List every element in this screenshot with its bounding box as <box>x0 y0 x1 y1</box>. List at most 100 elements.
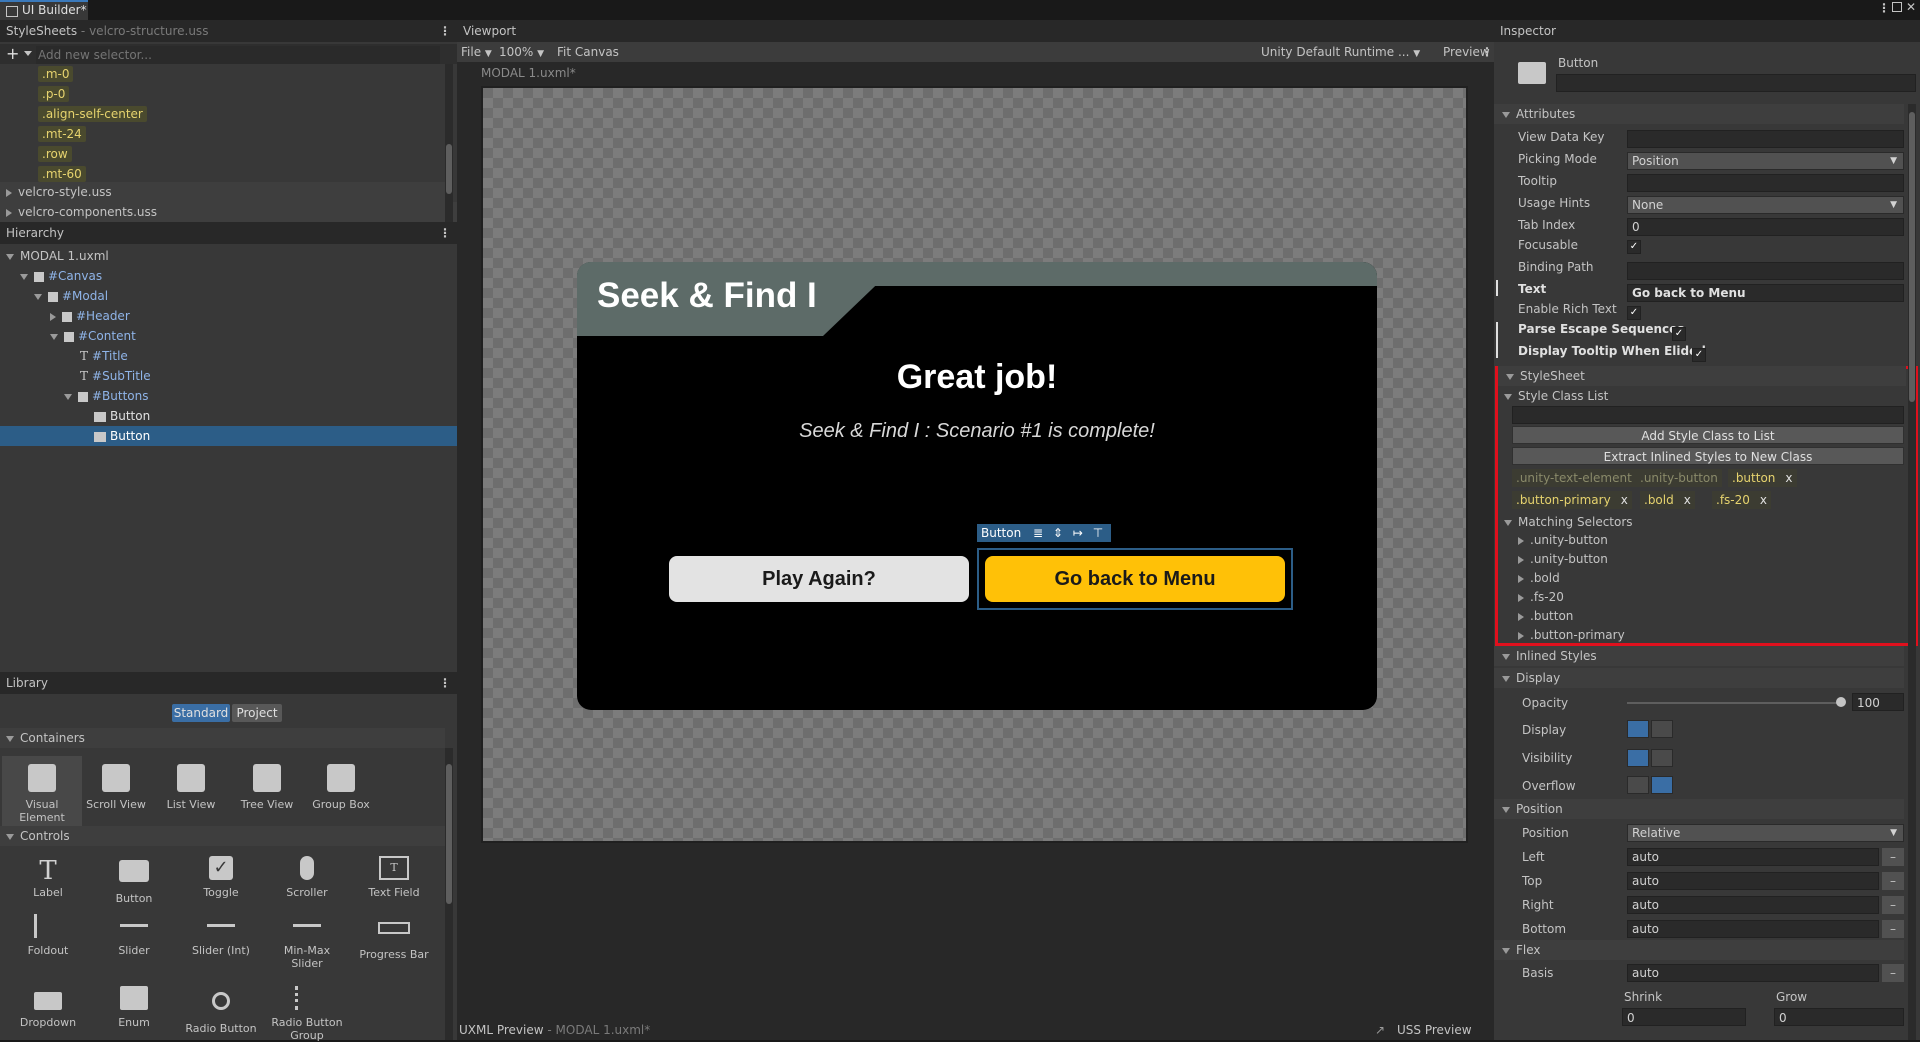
display-tooltip-checkbox[interactable]: ✓ <box>1692 348 1706 362</box>
unit-dropdown[interactable]: – <box>1882 872 1904 890</box>
library-tab-project[interactable]: Project <box>232 704 282 722</box>
library-scroll-view[interactable]: Scroll View <box>76 764 156 811</box>
matching-selector-row[interactable]: .button-primary <box>1518 626 1625 645</box>
text-field[interactable]: Go back to Menu <box>1627 284 1904 302</box>
matching-selector-row[interactable]: .fs-20 <box>1518 588 1564 607</box>
library-progress-bar[interactable]: Progress Bar <box>354 914 434 961</box>
left-field[interactable]: auto <box>1627 848 1879 866</box>
hierarchy-node-button[interactable]: Button <box>0 406 457 426</box>
inspector-scrollbar[interactable] <box>1908 104 1916 1040</box>
class-chip-fs-20[interactable]: .fs-20 x <box>1712 491 1771 509</box>
library-slider[interactable]: Slider <box>94 914 174 957</box>
stylesheets-scrollbar[interactable] <box>445 64 453 224</box>
bottom-field[interactable]: auto <box>1627 920 1879 938</box>
inlined-styles-header[interactable]: Inlined Styles <box>1494 646 1904 666</box>
hierarchy-node-buttons[interactable]: #Buttons <box>0 386 457 406</box>
binding-path-field[interactable] <box>1627 262 1904 280</box>
hierarchy-node-content[interactable]: #Content <box>0 326 457 346</box>
file-menu[interactable]: File ▼ <box>461 42 492 64</box>
matching-selector-row[interactable]: .bold <box>1518 569 1560 588</box>
extract-inlined-styles-button[interactable]: Extract Inlined Styles to New Class <box>1512 447 1904 465</box>
top-field[interactable]: auto <box>1627 872 1879 890</box>
uss-preview-tab[interactable]: USS Preview <box>1397 1020 1472 1040</box>
hierarchy-root[interactable]: MODAL 1.uxml <box>0 246 457 266</box>
theme-dropdown[interactable]: Unity Default Runtime ... ▼ <box>1261 42 1420 64</box>
hierarchy-node-button-selected[interactable]: Button <box>0 426 457 446</box>
matching-selector-row[interactable]: .unity-button <box>1518 531 1608 550</box>
library-scrollbar[interactable] <box>445 748 453 1040</box>
attributes-section-header[interactable]: Attributes <box>1494 104 1904 124</box>
unit-dropdown[interactable]: – <box>1882 848 1904 866</box>
align-icon[interactable]: ≣ <box>1033 526 1043 540</box>
right-field[interactable]: auto <box>1627 896 1879 914</box>
library-button[interactable]: Button <box>94 856 174 905</box>
focusable-checkbox[interactable]: ✓ <box>1627 240 1641 254</box>
overflow-visible-icon[interactable] <box>1627 776 1649 794</box>
shrink-field[interactable]: 0 <box>1622 1008 1746 1026</box>
add-selector-plus-icon[interactable]: + <box>6 44 19 64</box>
modal[interactable]: Seek & Find I Great job! Seek & Find I :… <box>577 262 1377 710</box>
add-selector-input[interactable] <box>36 46 440 64</box>
stylesheets-menu-icon[interactable]: ⋮ <box>439 20 451 42</box>
selector-chip[interactable]: .m-0 <box>38 66 74 82</box>
hierarchy-node-subtitle[interactable]: T #SubTitle <box>0 366 457 386</box>
modal-title[interactable]: Great job! <box>577 358 1377 397</box>
position-section-header[interactable]: Position <box>1494 799 1904 819</box>
unit-dropdown[interactable]: – <box>1882 896 1904 914</box>
stylesheet-file-row[interactable]: velcro-style.uss <box>0 182 445 202</box>
tab-index-field[interactable]: 0 <box>1627 218 1904 236</box>
remove-class-icon[interactable]: x <box>1785 471 1792 485</box>
play-again-button[interactable]: Play Again? <box>669 556 969 602</box>
hierarchy-node-canvas[interactable]: #Canvas <box>0 266 457 286</box>
hierarchy-node-modal[interactable]: #Modal <box>0 286 457 306</box>
matching-selector-row[interactable]: .button <box>1518 607 1573 626</box>
element-name-field[interactable] <box>1556 74 1916 92</box>
basis-field[interactable]: auto <box>1627 964 1879 982</box>
tooltip-field[interactable] <box>1627 174 1904 192</box>
selector-chip[interactable]: .mt-60 <box>38 166 86 182</box>
style-class-input[interactable] <box>1512 406 1904 424</box>
modal-subtitle[interactable]: Seek & Find I : Scenario #1 is complete! <box>577 420 1377 443</box>
usage-hints-dropdown[interactable]: None ▼ <box>1627 196 1904 214</box>
hierarchy-menu-icon[interactable]: ⋮ <box>439 222 451 244</box>
position-dropdown[interactable]: Relative ▼ <box>1627 824 1904 842</box>
window-menu-icon[interactable]: ⋮ <box>1878 1 1890 15</box>
library-text-field[interactable]: T Text Field <box>354 856 434 899</box>
matching-selectors-header[interactable]: Matching Selectors <box>1504 512 1633 532</box>
canvas[interactable]: Seek & Find I Great job! Seek & Find I :… <box>481 86 1468 843</box>
remove-class-icon[interactable]: x <box>1760 493 1767 507</box>
class-chip-button[interactable]: .button x <box>1728 469 1797 487</box>
selector-chip[interactable]: .align-self-center <box>38 106 147 122</box>
unit-dropdown[interactable]: – <box>1882 964 1904 982</box>
library-scroller[interactable]: Scroller <box>267 856 347 899</box>
library-menu-icon[interactable]: ⋮ <box>439 672 451 694</box>
library-foldout[interactable]: Foldout <box>8 914 88 957</box>
display-flex-icon[interactable] <box>1627 720 1649 738</box>
uxml-preview-tab[interactable]: UXML Preview - MODAL 1.uxml* <box>459 1020 650 1040</box>
picking-mode-dropdown[interactable]: Position ▼ <box>1627 152 1904 170</box>
library-radio-button-group[interactable]: Radio Button Group <box>267 986 347 1042</box>
library-list-view[interactable]: List View <box>151 764 231 811</box>
anchor-icon[interactable]: ⊤ <box>1093 526 1103 540</box>
library-toggle[interactable]: ✓ Toggle <box>181 856 261 899</box>
controls-section-header[interactable]: Controls <box>0 826 445 846</box>
opacity-field[interactable]: 100 <box>1852 693 1904 711</box>
grow-field[interactable]: 0 <box>1774 1008 1904 1026</box>
justify-icon[interactable]: ⇕ <box>1053 526 1063 540</box>
open-external-icon[interactable]: ↗ <box>1375 1020 1385 1040</box>
add-style-class-button[interactable]: Add Style Class to List <box>1512 426 1904 444</box>
overflow-hidden-icon[interactable] <box>1651 776 1673 794</box>
library-group-box[interactable]: Group Box <box>301 764 381 811</box>
library-label[interactable]: T Label <box>8 856 88 899</box>
zoom-dropdown[interactable]: 100% ▼ <box>499 42 544 64</box>
opacity-slider-track[interactable] <box>1627 702 1841 704</box>
style-class-list-header[interactable]: Style Class List <box>1504 386 1608 406</box>
opacity-slider-handle[interactable] <box>1836 697 1846 707</box>
fit-canvas-button[interactable]: Fit Canvas <box>557 42 619 62</box>
display-none-icon[interactable] <box>1651 720 1673 738</box>
stylesheet-file-row[interactable]: velcro-components.uss <box>0 202 457 222</box>
stretch-icon[interactable]: ↦ <box>1073 526 1083 540</box>
chevron-down-icon[interactable] <box>24 51 32 56</box>
selector-chip[interactable]: .mt-24 <box>38 126 86 142</box>
visibility-visible-icon[interactable] <box>1627 749 1649 767</box>
